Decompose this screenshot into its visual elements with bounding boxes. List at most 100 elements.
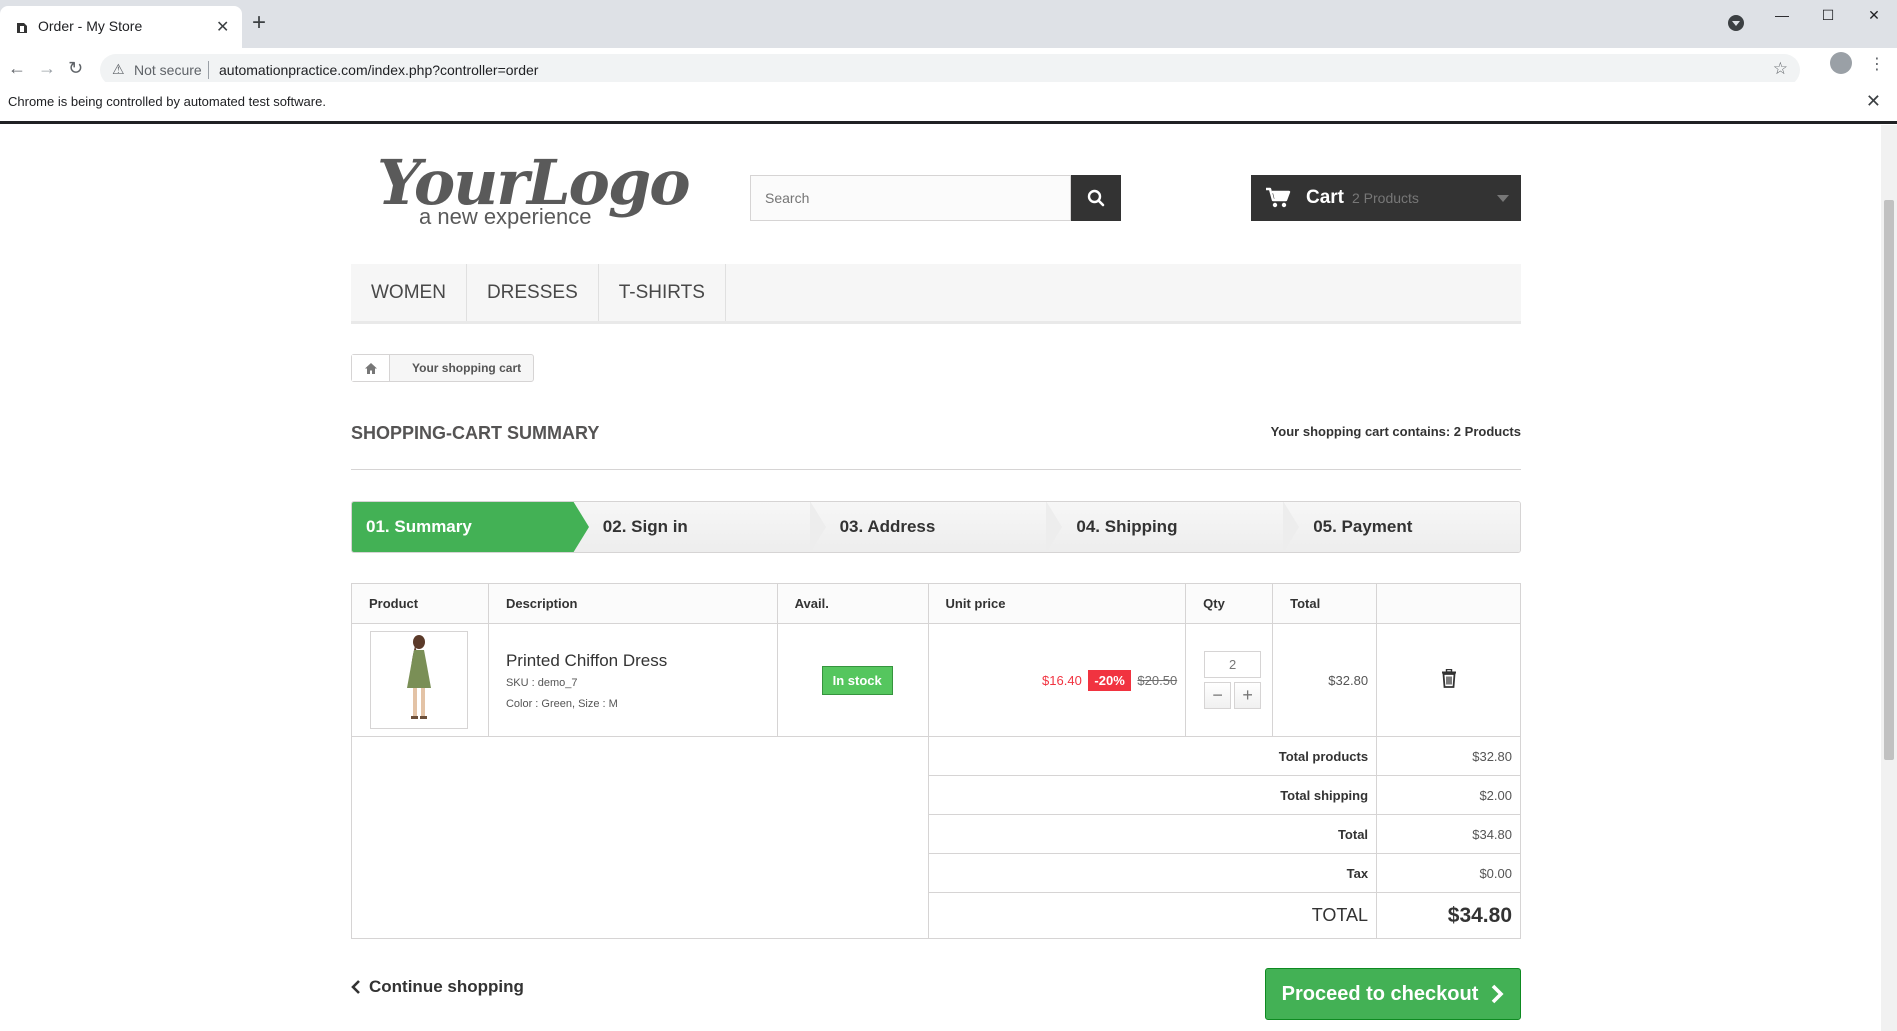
checkout-label: Proceed to checkout (1281, 982, 1479, 1005)
home-icon (364, 362, 377, 374)
tab-title: Order - My Store (38, 18, 143, 34)
step-summary: 01. Summary (352, 502, 589, 552)
browser-tab-bar: Order - My Store ✕ + — ☐ ✕ (0, 0, 1897, 48)
proceed-to-checkout-button[interactable]: Proceed to checkout (1265, 968, 1521, 1020)
breadcrumb-current: Your shopping cart (412, 361, 522, 375)
infobar-message: Chrome is being controlled by automated … (8, 94, 326, 109)
back-icon[interactable]: ← (8, 58, 26, 79)
cart-icon (1266, 187, 1291, 208)
store-logo[interactable]: YourLogo a new experience (377, 146, 691, 232)
trash-icon[interactable] (1441, 668, 1457, 688)
continue-shopping-button[interactable]: Continue shopping (351, 977, 524, 997)
minimize-icon[interactable]: — (1759, 0, 1805, 30)
browser-menu-icon[interactable]: ⋮ (1869, 54, 1885, 74)
total-shipping-label: Total shipping (927, 775, 1378, 815)
quantity-stepper: − + (1204, 682, 1272, 709)
grand-total-value: $34.80 (1376, 892, 1521, 939)
logo-tagline: a new experience (419, 204, 592, 229)
minus-icon[interactable]: − (1204, 682, 1232, 709)
total-shipping-value: $2.00 (1376, 775, 1521, 815)
summary-row-total-products: Total products $32.80 (351, 736, 1521, 939)
chevron-right-icon (1492, 984, 1504, 1004)
price-reduction-badge: -20% (1088, 669, 1131, 691)
dress-image (407, 635, 431, 719)
total-products-label: Total products (927, 736, 1378, 776)
header-avail: Avail. (776, 583, 929, 624)
header-delete (1376, 583, 1521, 624)
cart-count: 2 Products (1352, 190, 1419, 206)
search-button[interactable] (1071, 175, 1121, 221)
warning-icon[interactable]: ⚠ (112, 61, 125, 78)
automation-infobar: Chrome is being controlled by automated … (0, 82, 1897, 124)
delete-cell (1376, 623, 1521, 737)
total-products-value: $32.80 (1376, 736, 1521, 776)
menu-item-tshirts[interactable]: T-shirts (599, 264, 726, 321)
close-window-icon[interactable]: ✕ (1851, 0, 1897, 30)
header-total: Total (1272, 583, 1378, 624)
product-name-link[interactable]: Printed Chiffon Dress (506, 651, 777, 671)
row-total-cell: $32.80 (1272, 623, 1378, 737)
forward-icon[interactable]: → (38, 58, 56, 79)
page-title: Shopping-cart summary (351, 423, 600, 443)
page-heading: Shopping-cart summary Your shopping cart… (351, 421, 1521, 470)
chevron-down-icon (1497, 195, 1509, 202)
cart-table: Product Description Avail. Unit price Qt… (351, 583, 1521, 939)
product-attributes: Color : Green, Size : M (505, 697, 618, 710)
new-tab-icon[interactable]: + (252, 10, 266, 36)
page-scrollbar[interactable] (1881, 125, 1897, 1031)
window-controls: — ☐ ✕ (1759, 0, 1897, 30)
total-value: $34.80 (1376, 814, 1521, 854)
header-product: Product (351, 583, 489, 624)
table-row: Printed Chiffon Dress SKU : demo_7 Color… (351, 623, 1521, 737)
account-avatar-icon[interactable] (1830, 52, 1852, 74)
reload-icon[interactable]: ↻ (68, 58, 83, 79)
step-address: 03. Address (809, 502, 1063, 552)
security-label[interactable]: Not secure (134, 62, 202, 78)
search-input[interactable] (751, 176, 1071, 220)
grand-total-label: Total (927, 892, 1378, 939)
checkout-steps: 01. Summary 02. Sign in 03. Address 04. … (351, 501, 1521, 553)
step-payment: 05. Payment (1283, 502, 1520, 552)
search-box (750, 175, 1071, 221)
total-label: Total (927, 814, 1378, 854)
product-image-cell (351, 623, 489, 737)
infobar-close-icon[interactable]: ✕ (1866, 91, 1881, 112)
product-image[interactable] (370, 631, 468, 729)
unit-price-cell: $16.40 -20% $20.50 (927, 623, 1187, 737)
address-separator (208, 61, 209, 79)
in-stock-badge: In stock (821, 665, 893, 695)
header-description: Description (487, 583, 778, 624)
tab-close-icon[interactable]: ✕ (216, 17, 229, 37)
url-text[interactable]: automationpractice.com/index.php?control… (219, 62, 538, 78)
cart-dropdown[interactable]: Cart 2 Products (1251, 175, 1521, 221)
maximize-icon[interactable]: ☐ (1805, 0, 1851, 30)
search-icon (1087, 189, 1105, 207)
continue-shopping-label: Continue shopping (369, 977, 524, 996)
quantity-input[interactable] (1204, 651, 1262, 678)
menu-item-women[interactable]: Women (351, 264, 467, 321)
cart-label: Cart (1306, 187, 1345, 208)
home-link[interactable] (352, 355, 390, 381)
plus-icon[interactable]: + (1234, 682, 1262, 709)
table-header-row: Product Description Avail. Unit price Qt… (351, 583, 1521, 624)
summary-empty-area (351, 736, 929, 939)
qty-cell: − + (1185, 623, 1274, 737)
product-description-cell: Printed Chiffon Dress SKU : demo_7 Color… (487, 623, 778, 737)
product-sku: SKU : demo_7 (505, 676, 578, 689)
tax-value: $0.00 (1376, 853, 1521, 893)
step-sign-in: 02. Sign in (572, 502, 826, 552)
main-menu: Women Dresses T-shirts (351, 264, 1521, 324)
header-unit-price: Unit price (927, 583, 1187, 624)
scrollbar-thumb[interactable] (1884, 200, 1894, 760)
step-shipping: 04. Shipping (1046, 502, 1299, 552)
browser-tab[interactable]: Order - My Store ✕ (0, 6, 242, 48)
breadcrumb: Your shopping cart (351, 354, 535, 382)
header-qty: Qty (1185, 583, 1274, 624)
tax-label: Tax (927, 853, 1378, 893)
tab-search-icon[interactable] (1728, 15, 1744, 31)
bookmark-star-icon[interactable]: ☆ (1773, 59, 1788, 79)
menu-item-dresses[interactable]: Dresses (467, 264, 599, 321)
price-new: $16.40 (1042, 672, 1082, 688)
price-old: $20.50 (1137, 672, 1178, 688)
availability-cell: In stock (776, 623, 929, 737)
